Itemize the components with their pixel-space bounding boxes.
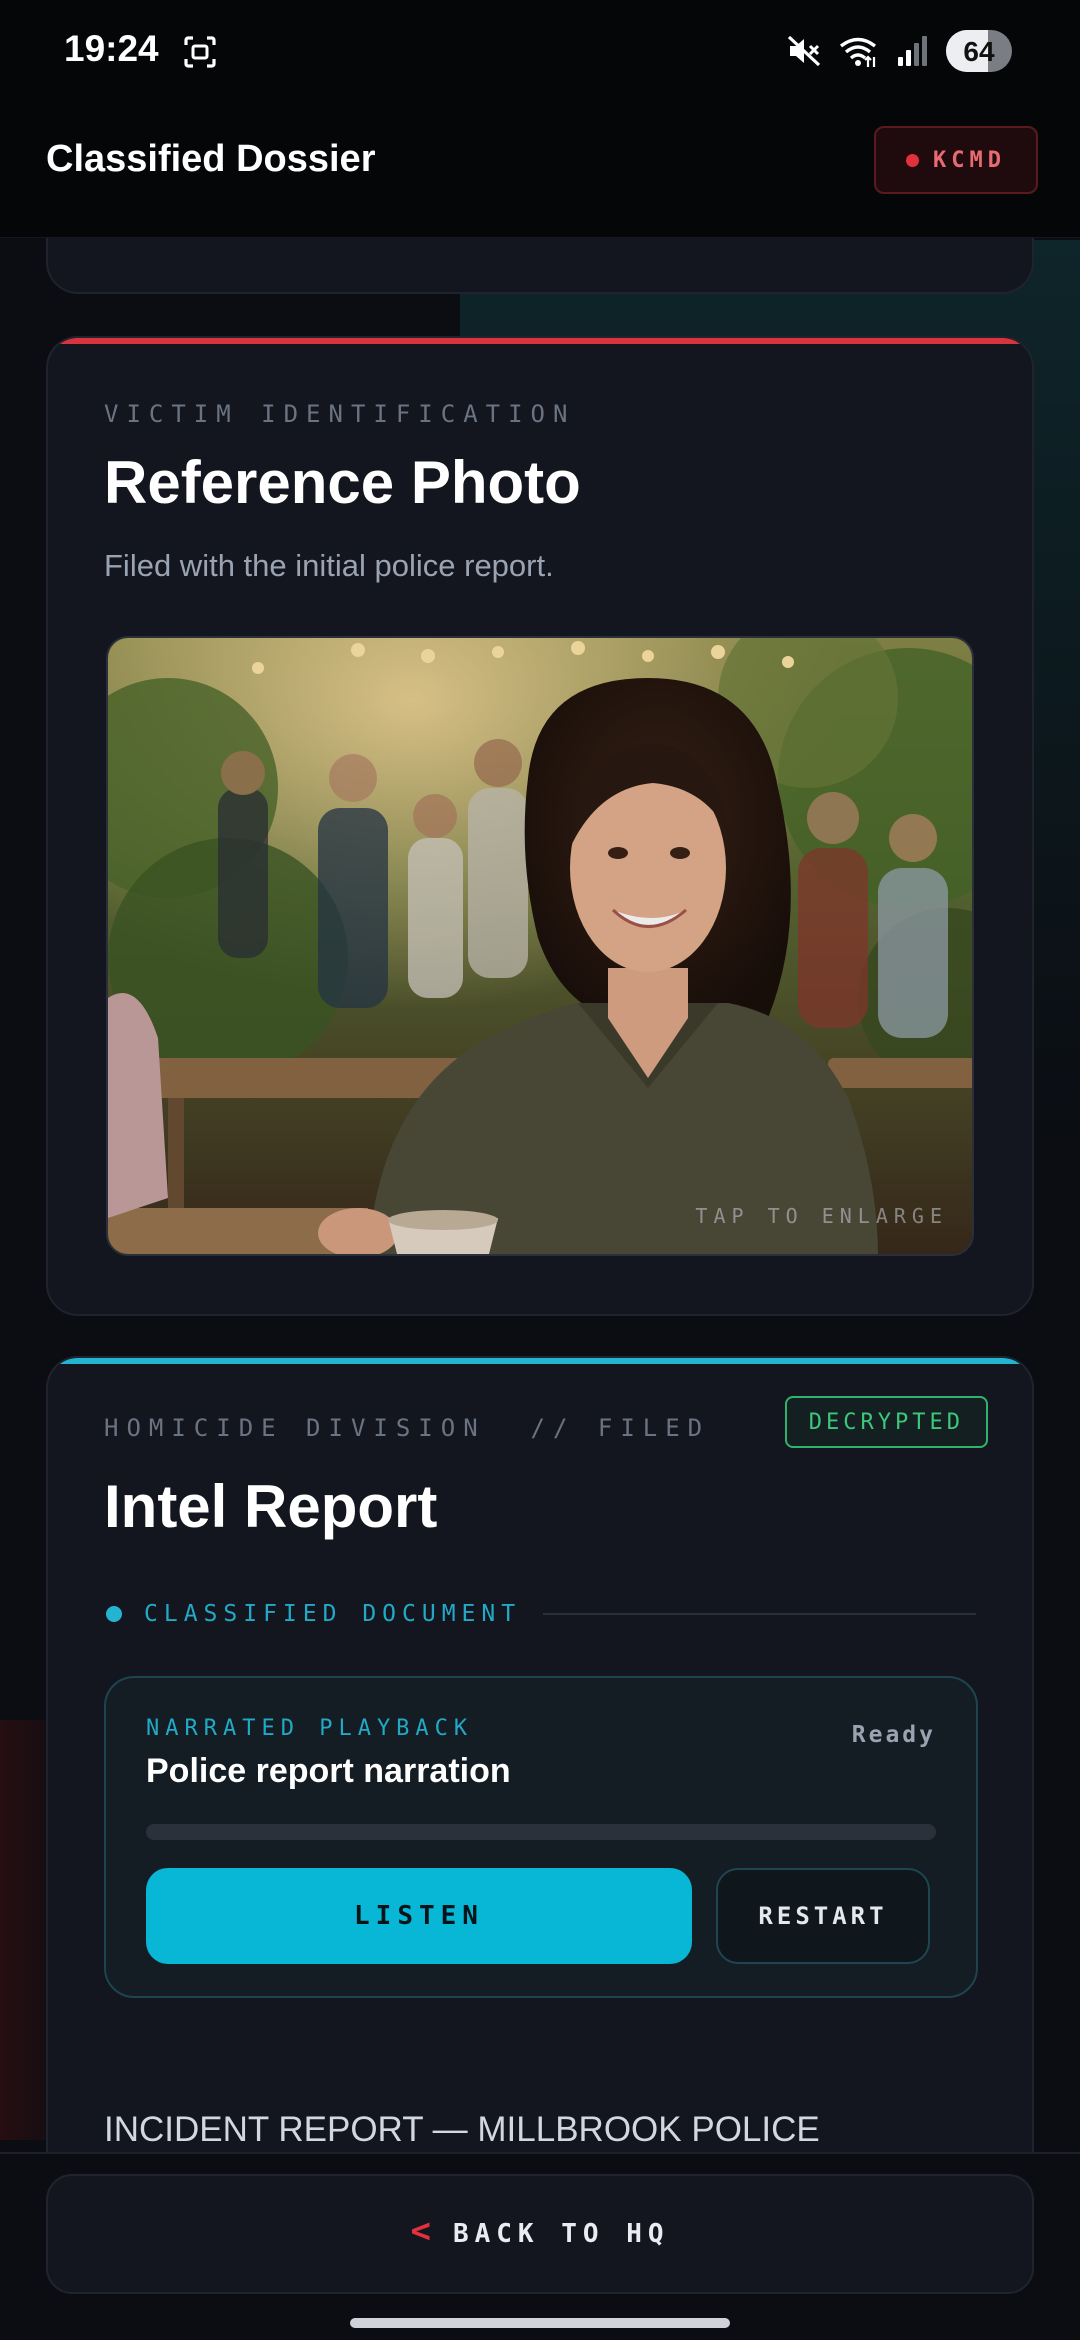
player-status: Ready bbox=[851, 1722, 936, 1748]
battery-level: 64 bbox=[963, 36, 995, 67]
intel-report-card: HOMICIDE DIVISION // FILED DECRYPTED Int… bbox=[46, 1356, 1034, 2256]
card-accent-bar bbox=[48, 1358, 1032, 1364]
wifi-icon bbox=[839, 37, 877, 67]
decrypted-badge: DECRYPTED bbox=[784, 1396, 988, 1448]
restart-button[interactable]: RESTART bbox=[716, 1868, 930, 1964]
live-dot-icon bbox=[906, 153, 919, 167]
home-indicator[interactable] bbox=[350, 2318, 730, 2328]
status-bar: 19:24 64 bbox=[0, 0, 1080, 110]
player-eyebrow: NARRATED PLAYBACK bbox=[146, 1716, 474, 1741]
playback-progress-bar[interactable] bbox=[146, 1824, 936, 1840]
battery-icon: 64 bbox=[946, 30, 1012, 72]
signal-icon bbox=[898, 36, 927, 66]
card-title: Reference Photo bbox=[104, 449, 581, 516]
status-time: 19:24 bbox=[64, 28, 159, 69]
classification-row: CLASSIFIED DOCUMENT bbox=[104, 1594, 976, 1634]
page-title: Classified Dossier bbox=[46, 138, 376, 180]
station-badge-label: KCMD bbox=[933, 147, 1006, 173]
card-subtitle: Filed with the initial police report. bbox=[104, 548, 554, 583]
report-heading: INCIDENT REPORT — MILLBROOK POLICE bbox=[104, 2110, 820, 2149]
divider bbox=[543, 1613, 976, 1615]
classification-dot-icon bbox=[106, 1606, 122, 1622]
card-title: Intel Report bbox=[104, 1473, 438, 1540]
reference-photo-card: VICTIM IDENTIFICATION Reference Photo Fi… bbox=[46, 336, 1034, 1316]
narration-player: NARRATED PLAYBACK Police report narratio… bbox=[104, 1676, 978, 1998]
victim-photo-image bbox=[108, 638, 972, 1254]
chevron-left-icon: < bbox=[410, 2211, 431, 2251]
victim-photo[interactable]: TAP TO ENLARGE bbox=[106, 636, 974, 1256]
back-to-hq-button[interactable]: < BACK TO HQ bbox=[46, 2174, 1034, 2294]
card-eyebrow: HOMICIDE DIVISION // FILED bbox=[104, 1414, 711, 1442]
mute-icon bbox=[787, 35, 821, 67]
screenshot-icon bbox=[184, 36, 216, 68]
bottom-nav: < BACK TO HQ bbox=[0, 2152, 1080, 2340]
station-badge[interactable]: KCMD bbox=[874, 126, 1038, 194]
tap-to-enlarge-hint: TAP TO ENLARGE bbox=[695, 1204, 948, 1228]
listen-button[interactable]: LISTEN bbox=[146, 1868, 692, 1964]
back-to-hq-label: BACK TO HQ bbox=[452, 2219, 670, 2249]
card-accent-bar bbox=[48, 338, 1032, 344]
classification-label: CLASSIFIED DOCUMENT bbox=[144, 1601, 522, 1627]
card-eyebrow: VICTIM IDENTIFICATION bbox=[104, 400, 576, 428]
app-header: Classified Dossier KCMD bbox=[0, 110, 1080, 238]
player-title: Police report narration bbox=[146, 1752, 511, 1790]
